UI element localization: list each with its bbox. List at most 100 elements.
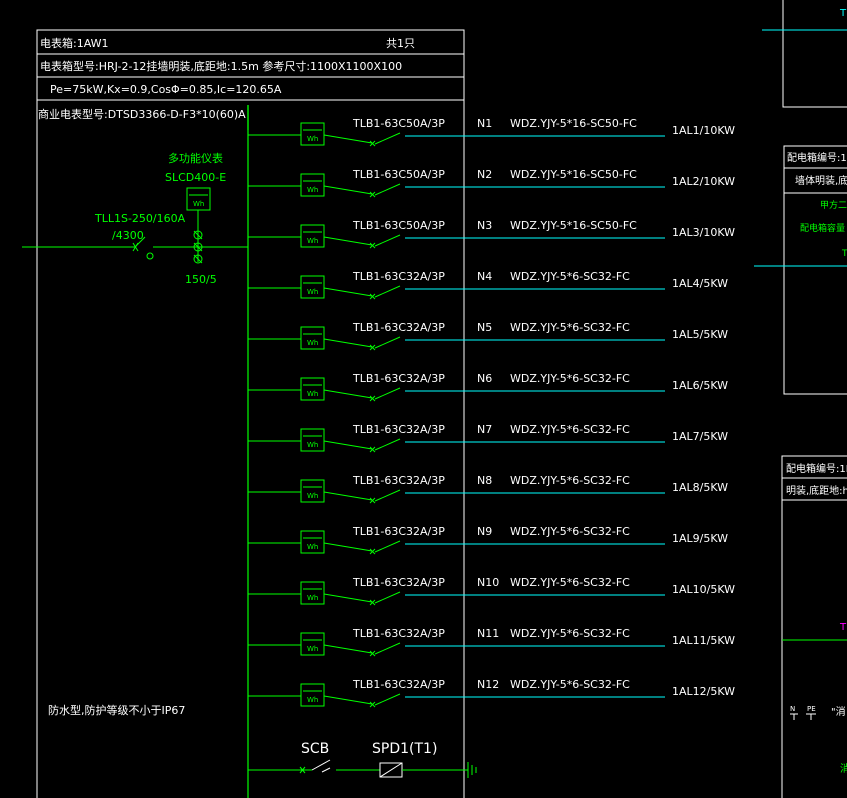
breaker-model: TLB1-63C32A/3P [352, 678, 445, 691]
circuit-row: Wh TLB1-63C32A/3P N6 WDZ.YJY-5*6-SC32-FC 1AL… [248, 372, 728, 402]
fal-pink-fragment: T [839, 622, 847, 633]
kwh-meter-icon: Wh [300, 683, 325, 707]
box-model: 电表箱型号:HRJ-2-12挂墙明装,底距地:1.5m 参考尺寸:1100X11… [40, 59, 402, 73]
cable-spec: WDZ.YJY-5*6-SC32-FC [510, 627, 630, 640]
circuit-row: Wh TLB1-63C32A/3P N5 WDZ.YJY-5*6-SC32-FC 1AL… [248, 321, 728, 351]
breaker-model: TLB1-63C32A/3P [352, 423, 445, 436]
breaker-model: TLB1-63C32A/3P [352, 627, 445, 640]
breaker-model: TLB1-63C50A/3P [352, 117, 445, 130]
breaker-icon [369, 285, 401, 300]
kwh-meter-icon: Wh [300, 224, 325, 248]
fal-ground-icons [790, 713, 816, 720]
multifunction-meter-icon: Wh [186, 187, 211, 211]
breaker-model: TLB1-63C50A/3P [352, 219, 445, 232]
breaker-icon [369, 438, 401, 453]
phase-label: N7 [477, 423, 492, 436]
fal-xiao-fragment: "消 [831, 705, 846, 718]
cable-spec: WDZ.YJY-5*6-SC32-FC [510, 678, 630, 691]
multifunction-meter-model: SLCD400-E [165, 171, 226, 184]
load-label: 1AL5/5KW [672, 328, 728, 341]
ct-ratio: 150/5 [185, 273, 217, 286]
load-label: 1AL1/10KW [672, 124, 735, 137]
kwh-meter-icon: Wh [300, 479, 325, 503]
breaker-icon [369, 489, 401, 504]
load-params: Pe=75kW,Kx=0.9,CosΦ=0.85,Ic=120.65A [50, 83, 282, 96]
breaker-icon [369, 183, 401, 198]
meter-model: 商业电表型号:DTSD3366-D-F3*10(60)A [38, 107, 246, 121]
cable-spec: WDZ.YJY-5*16-SC50-FC [510, 219, 637, 232]
cable-spec: WDZ.YJY-5*6-SC32-FC [510, 270, 630, 283]
fal-title: 配电箱编号:1FAL [786, 462, 847, 475]
kwh-meter-icon: Wh [300, 173, 325, 197]
breaker-icon [369, 336, 401, 351]
breaker-model: TLB1-63C32A/3P [352, 474, 445, 487]
breaker-model: TLB1-63C32A/3P [352, 270, 445, 283]
circuit-row: Wh TLB1-63C32A/3P N11 WDZ.YJY-5*6-SC32-FC 1A… [248, 627, 735, 657]
breaker-icon [369, 642, 401, 657]
kwh-meter-icon: Wh [300, 530, 325, 554]
sa-title: 配电箱编号:1SA [787, 151, 847, 164]
kwh-meter-icon: Wh [300, 275, 325, 299]
phase-label: N8 [477, 474, 492, 487]
cable-spec: WDZ.YJY-5*6-SC32-FC [510, 321, 630, 334]
cable-spec: WDZ.YJY-5*6-SC32-FC [510, 525, 630, 538]
sa-note2: 配电箱容量 [800, 222, 845, 234]
ground-icon [467, 762, 477, 778]
surge-protection-row: SCB SPD1(T1) [248, 741, 477, 778]
load-label: 1AL7/5KW [672, 430, 728, 443]
kwh-symbol-text: Wh [307, 339, 318, 347]
scb-label: SCB [301, 741, 329, 757]
kwh-symbol-text: Wh [307, 543, 318, 551]
breaker-icon [369, 591, 401, 606]
right-panel-1fal [781, 455, 847, 798]
breaker-icon [369, 540, 401, 555]
breaker-model: TLB1-63C32A/3P [352, 576, 445, 589]
meter-symbol-text: Wh [193, 200, 204, 208]
circuit-row: Wh TLB1-63C32A/3P N12 WDZ.YJY-5*6-SC32-FC 1A… [248, 678, 735, 708]
kwh-symbol-text: Wh [307, 288, 318, 296]
sa-note3: T [841, 249, 847, 259]
cable-spec: WDZ.YJY-5*6-SC32-FC [510, 372, 630, 385]
incoming-breaker-model: TLL1S-250/160A [94, 212, 186, 225]
kwh-symbol-text: Wh [307, 390, 318, 398]
cable-spec: WDZ.YJY-5*16-SC50-FC [510, 168, 637, 181]
load-label: 1AL3/10KW [672, 226, 735, 239]
phase-label: N9 [477, 525, 492, 538]
breaker-icon [369, 132, 401, 147]
fal-sub: 明装,底距地:h= [786, 484, 847, 497]
breaker-model: TLB1-63C32A/3P [352, 372, 445, 385]
cable-spec: WDZ.YJY-5*6-SC32-FC [510, 474, 630, 487]
cable-spec: WDZ.YJY-5*6-SC32-FC [510, 423, 630, 436]
load-label: 1AL12/5KW [672, 685, 735, 698]
circuit-row: Wh TLB1-63C32A/3P N8 WDZ.YJY-5*6-SC32-FC 1AL… [248, 474, 728, 504]
circuit-row: Wh TLB1-63C32A/3P N9 WDZ.YJY-5*6-SC32-FC 1AL… [248, 525, 728, 555]
kwh-meter-icon: Wh [300, 122, 325, 146]
kwh-symbol-text: Wh [307, 594, 318, 602]
fal-pe-symbol: PE [807, 705, 816, 713]
phase-label: N2 [477, 168, 492, 181]
circuit-row: Wh TLB1-63C32A/3P N7 WDZ.YJY-5*6-SC32-FC 1AL… [248, 423, 728, 453]
cable-spec: WDZ.YJY-5*6-SC32-FC [510, 576, 630, 589]
waterproof-note: 防水型,防护等级不小于IP67 [48, 703, 185, 717]
breaker-model: TLB1-63C50A/3P [352, 168, 445, 181]
breaker-model: TLB1-63C32A/3P [352, 525, 445, 538]
load-label: 1AL6/5KW [672, 379, 728, 392]
kwh-meter-icon: Wh [300, 632, 325, 656]
kwh-symbol-text: Wh [307, 492, 318, 500]
fal-xiao-green: 消 [840, 762, 847, 775]
cable-spec: WDZ.YJY-5*16-SC50-FC [510, 117, 637, 130]
breaker-icon [369, 234, 401, 249]
breaker-model: TLB1-63C32A/3P [352, 321, 445, 334]
kwh-symbol-text: Wh [307, 186, 318, 194]
kwh-symbol-text: Wh [307, 135, 318, 143]
schematic-canvas: 电表箱:1AW1 共1只 电表箱型号:HRJ-2-12挂墙明装,底距地:1.5m… [22, 0, 847, 798]
circuit-row: Wh TLB1-63C50A/3P N3 WDZ.YJY-5*16-SC50-FC 1A… [248, 219, 735, 249]
circuit-row: Wh TLB1-63C50A/3P N2 WDZ.YJY-5*16-SC50-FC 1A… [248, 168, 735, 198]
load-label: 1AL11/5KW [672, 634, 735, 647]
box-count: 共1只 [386, 37, 415, 50]
circuit-row: Wh TLB1-63C32A/3P N10 WDZ.YJY-5*6-SC32-FC 1A… [248, 576, 735, 606]
phase-label: N4 [477, 270, 492, 283]
kwh-meter-icon: Wh [300, 581, 325, 605]
circuit-row: Wh TLB1-63C50A/3P N1 WDZ.YJY-5*16-SC50-FC 1A… [248, 117, 735, 147]
phase-label: N3 [477, 219, 492, 232]
